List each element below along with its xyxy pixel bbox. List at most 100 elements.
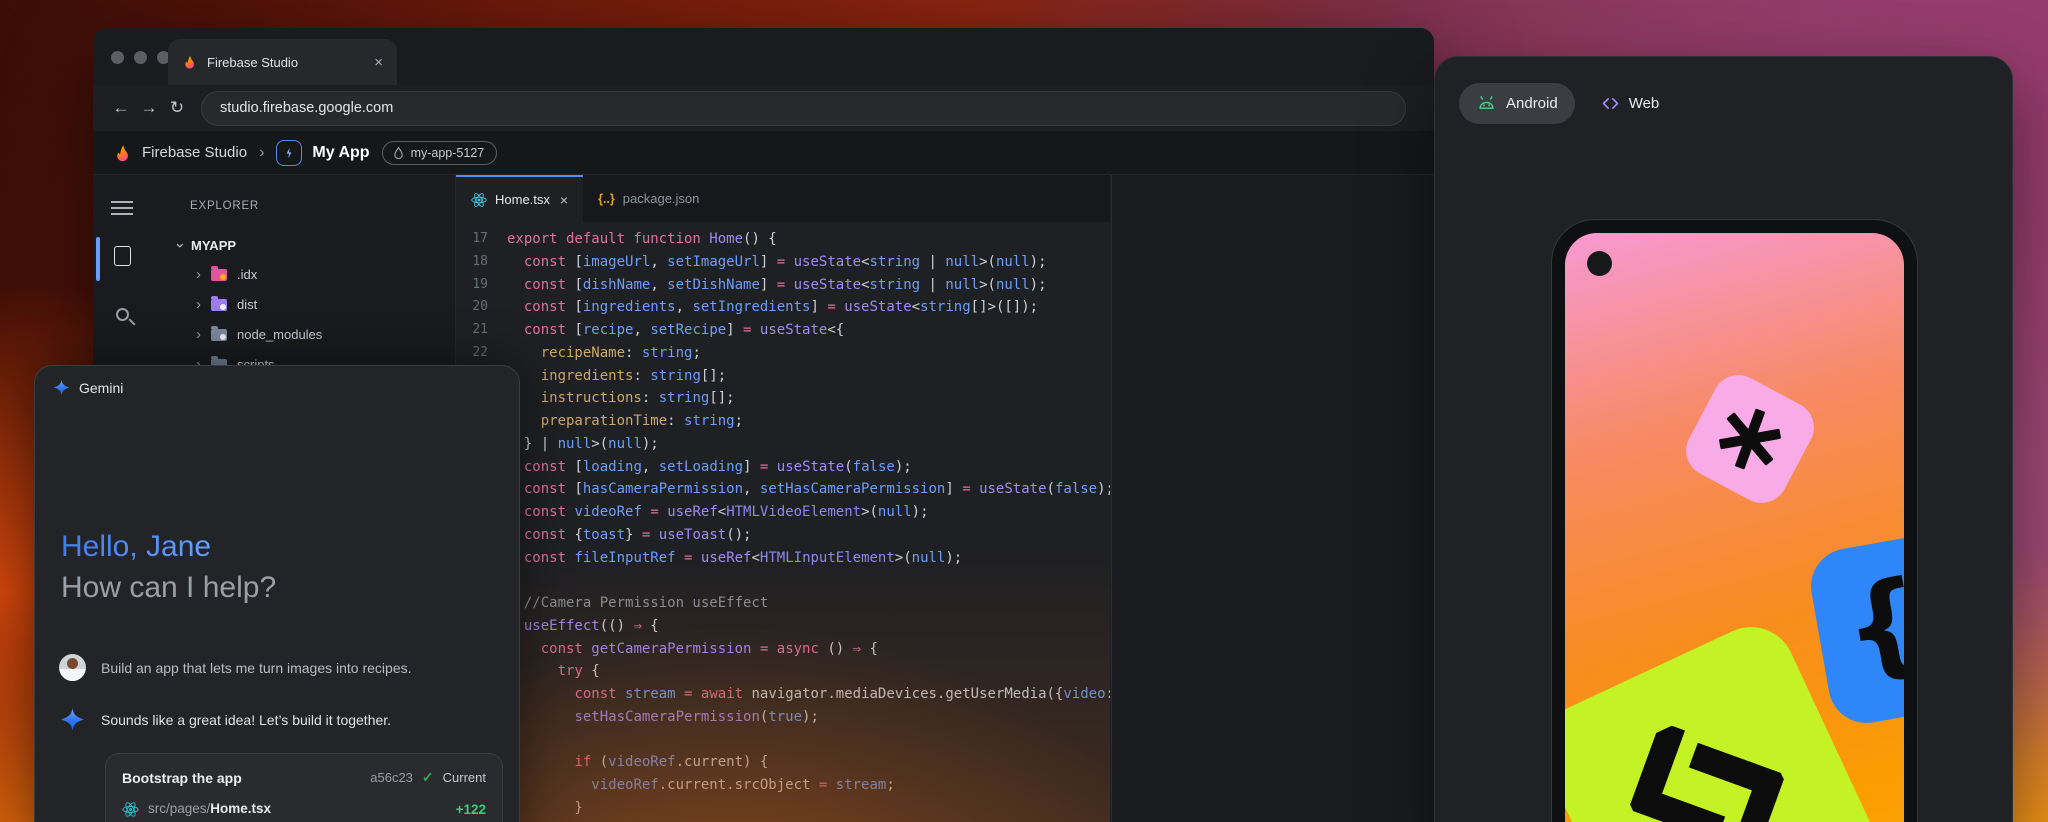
window-controls[interactable] bbox=[111, 51, 170, 64]
code-line: 25 preparationTime: string; bbox=[456, 410, 1110, 433]
tab-close-icon[interactable]: × bbox=[560, 192, 568, 208]
env-badge[interactable]: my-app-5127 bbox=[382, 141, 498, 165]
gemini-icon bbox=[53, 379, 70, 396]
tree-root-label: MYAPP bbox=[191, 238, 236, 253]
tree-item[interactable]: › .idx bbox=[150, 259, 455, 289]
env-badge-label: my-app-5127 bbox=[411, 146, 485, 160]
code-line: 42 } bbox=[456, 797, 1110, 820]
browser-tab-strip: Firebase Studio × bbox=[93, 28, 1434, 85]
url-text: studio.firebase.google.com bbox=[220, 100, 393, 116]
code-line: 32 bbox=[456, 569, 1110, 592]
status-badge: Current bbox=[443, 770, 486, 785]
chevron-right-icon: › bbox=[196, 326, 201, 343]
gemini-icon bbox=[59, 707, 86, 732]
code-line: 20 const [ingredients, setIngredients] =… bbox=[456, 296, 1110, 319]
device-tab-web[interactable]: Web bbox=[1601, 95, 1660, 112]
tree-item-label: dist bbox=[237, 297, 257, 312]
editor-area: Home.tsx × {..} package.json 17export de… bbox=[455, 175, 1110, 822]
code-line: 39 bbox=[456, 729, 1110, 752]
app-name[interactable]: My App bbox=[312, 144, 369, 162]
bootstrap-card[interactable]: Bootstrap the app a56c23 ✓ Current src/p… bbox=[105, 753, 503, 822]
code-line: 37 const stream = await navigator.mediaD… bbox=[456, 683, 1110, 706]
line-number: 19 bbox=[456, 274, 488, 297]
tree-item-label: .idx bbox=[237, 267, 257, 282]
search-icon[interactable] bbox=[107, 299, 137, 329]
breadcrumb-separator: › bbox=[259, 144, 264, 162]
url-bar[interactable]: studio.firebase.google.com bbox=[201, 91, 1406, 126]
chevron-down-icon: › bbox=[172, 243, 189, 248]
tab-close-icon[interactable]: × bbox=[374, 54, 383, 71]
code-line: 41 videoRef.current.srcObject = stream; bbox=[456, 774, 1110, 797]
commit-hash: a56c23 bbox=[370, 770, 413, 785]
check-icon: ✓ bbox=[422, 769, 434, 786]
window-minimize-button[interactable] bbox=[134, 51, 147, 64]
file-path-prefix: src/pages/ bbox=[148, 801, 210, 816]
window-close-button[interactable] bbox=[111, 51, 124, 64]
browser-toolbar: ← → ↻ studio.firebase.google.com bbox=[93, 85, 1434, 131]
code-editor[interactable]: 17export default function Home() {18 con… bbox=[456, 222, 1110, 822]
browser-tab-title: Firebase Studio bbox=[207, 55, 298, 70]
code-line: 26 } | null>(null); bbox=[456, 433, 1110, 456]
browser-tab[interactable]: Firebase Studio × bbox=[168, 39, 397, 85]
code-line: 29 const videoRef = useRef<HTMLVideoElem… bbox=[456, 501, 1110, 524]
folder-icon bbox=[211, 299, 227, 311]
angle-brackets-icon bbox=[1607, 692, 1806, 822]
tree-item-label: node_modules bbox=[237, 327, 322, 342]
code-line: 27 const [loading, setLoading] = useStat… bbox=[456, 456, 1110, 479]
braces-icon: {..} bbox=[598, 192, 615, 206]
tree-item[interactable]: › dist bbox=[150, 289, 455, 319]
editor-tab-bar: Home.tsx × {..} package.json bbox=[456, 175, 1110, 222]
code-line: 18 const [imageUrl, setImageUrl] = useSt… bbox=[456, 251, 1110, 274]
back-icon[interactable]: ← bbox=[107, 98, 135, 118]
user-message: Build an app that lets me turn images in… bbox=[59, 654, 412, 681]
diff-additions: +122 bbox=[456, 802, 486, 817]
code-line: 23 ingredients: string[]; bbox=[456, 365, 1110, 388]
react-icon bbox=[122, 801, 139, 818]
editor-empty-zone bbox=[1111, 175, 1434, 822]
reload-icon[interactable]: ↻ bbox=[163, 98, 191, 118]
page-background: Firebase Studio × ← → ↻ studio.firebase.… bbox=[0, 0, 2048, 822]
assistant-message: Sounds like a great idea! Let’s build it… bbox=[59, 707, 391, 732]
chevron-right-icon: › bbox=[196, 266, 201, 283]
folder-icon bbox=[211, 329, 227, 341]
phone-screen[interactable]: { bbox=[1565, 233, 1904, 822]
tab-label: package.json bbox=[623, 191, 700, 206]
line-number: 17 bbox=[456, 228, 488, 251]
code-line: 22 recipeName: string; bbox=[456, 342, 1110, 365]
curly-brace-icon: { bbox=[1834, 555, 1904, 697]
code-line: 31 const fileInputRef = useRef<HTMLInput… bbox=[456, 547, 1110, 570]
folder-icon bbox=[211, 269, 227, 281]
code-line: 28 const [hasCameraPermission, setHasCam… bbox=[456, 478, 1110, 501]
code-line: 17export default function Home() { bbox=[456, 228, 1110, 251]
menu-icon[interactable] bbox=[107, 193, 137, 223]
react-icon bbox=[471, 192, 487, 208]
tab-package-json[interactable]: {..} package.json bbox=[583, 175, 714, 222]
greeting-line-1: Hello, Jane bbox=[61, 526, 276, 567]
file-name: Home.tsx bbox=[210, 801, 271, 816]
tab-home-tsx[interactable]: Home.tsx × bbox=[456, 175, 583, 222]
tree-item[interactable]: › node_modules bbox=[150, 319, 455, 349]
forward-icon[interactable]: → bbox=[135, 98, 163, 118]
code-line: 30 const {toast} = useToast(); bbox=[456, 524, 1110, 547]
tab-label: Home.tsx bbox=[495, 192, 550, 207]
firebase-logo-icon bbox=[113, 143, 133, 163]
app-icon bbox=[276, 140, 302, 166]
gemini-title: Gemini bbox=[79, 380, 123, 396]
line-number: 20 bbox=[456, 296, 488, 319]
asterisk-tile bbox=[1677, 366, 1823, 512]
chevron-right-icon: › bbox=[196, 296, 201, 313]
device-tab-android[interactable]: Android bbox=[1459, 83, 1575, 124]
active-view-indicator bbox=[96, 237, 100, 281]
tree-root[interactable]: › MYAPP bbox=[150, 231, 455, 259]
gemini-header: Gemini bbox=[53, 379, 123, 396]
explorer-title: EXPLORER bbox=[190, 200, 259, 212]
line-number: 18 bbox=[456, 251, 488, 274]
code-line: 36 try { bbox=[456, 660, 1110, 683]
device-tab-label: Android bbox=[1506, 95, 1558, 112]
assistant-message-text: Sounds like a great idea! Let’s build it… bbox=[101, 712, 391, 728]
card-title: Bootstrap the app bbox=[122, 770, 242, 786]
file-tree: › MYAPP ›.idx›dist›node_modules›scripts bbox=[150, 231, 455, 379]
code-line: 19 const [dishName, setDishName] = useSt… bbox=[456, 274, 1110, 297]
code-line: 24 instructions: string[]; bbox=[456, 387, 1110, 410]
files-icon[interactable] bbox=[107, 241, 137, 271]
